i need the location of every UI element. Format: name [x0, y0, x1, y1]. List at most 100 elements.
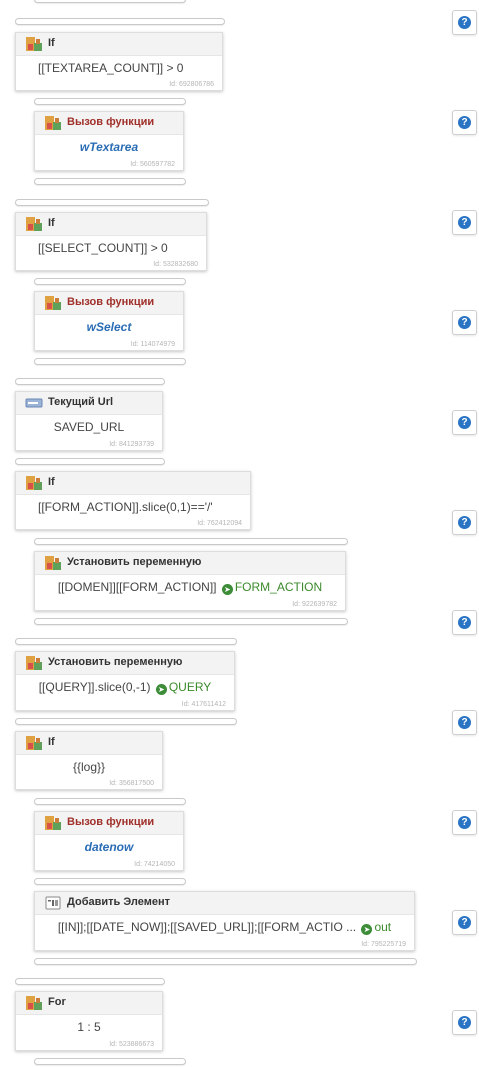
set-variable-block[interactable]: Установить переменную [[QUERY]].slice(0,… [15, 651, 235, 711]
block-connector [34, 798, 186, 805]
help-button[interactable]: ? [452, 910, 477, 935]
module-icon [26, 476, 42, 490]
output-variable: FORM_ACTION [234, 580, 323, 594]
block-connector [15, 18, 225, 25]
question-icon: ? [458, 16, 471, 29]
module-icon [26, 996, 42, 1010]
block-connector [34, 358, 186, 365]
set-variable-block[interactable]: Установить переменную [[DOMEN]][[FORM_AC… [34, 551, 346, 611]
module-icon [26, 656, 42, 670]
block-id: Id: 762412094 [197, 520, 242, 527]
block-title: If [48, 736, 55, 748]
help-button[interactable]: ? [452, 810, 477, 835]
if-block[interactable]: If {{log}} Id: 356817500 [15, 731, 163, 790]
block-title: Вызов функции [67, 116, 155, 128]
output-variable: out [374, 920, 392, 934]
block-condition: [[SELECT_COUNT]] > 0 [38, 241, 168, 255]
module-icon [45, 556, 61, 570]
block-id: Id: 841293739 [109, 441, 154, 448]
block-connector [34, 878, 186, 885]
block-header [16, 213, 206, 236]
block-title: For [48, 996, 66, 1008]
block-id: Id: 523886673 [109, 1041, 154, 1048]
help-button[interactable]: ? [452, 610, 477, 635]
block-connector [15, 638, 237, 645]
expression-text: [[DOMEN]][[FORM_ACTION]] [57, 580, 217, 594]
block-connector [15, 378, 165, 385]
block-id: Id: 532832680 [153, 261, 198, 268]
help-button[interactable]: ? [452, 710, 477, 735]
module-icon [26, 736, 42, 750]
output-variable: QUERY [168, 680, 212, 694]
question-icon: ? [458, 1016, 471, 1029]
module-icon [45, 816, 61, 830]
list-add-icon [45, 896, 61, 910]
question-icon: ? [458, 216, 471, 229]
add-item-block[interactable]: Добавить Элемент [[IN]];[[DATE_NOW]];[[S… [34, 891, 415, 951]
block-id: Id: 795225719 [361, 941, 406, 948]
block-connector [15, 978, 165, 985]
for-block[interactable]: For 1 : 5 Id: 523886673 [15, 991, 163, 1051]
block-header [16, 33, 222, 56]
arrow-right-icon: ➤ [221, 584, 233, 595]
function-call-block[interactable]: Вызов функции wTextarea Id: 560597782 [34, 111, 184, 171]
question-icon: ? [458, 516, 471, 529]
block-id: Id: 560597782 [130, 161, 175, 168]
block-connector [34, 178, 186, 185]
help-button[interactable]: ? [452, 10, 477, 35]
expression-text: [[QUERY]].slice(0,-1) [38, 680, 151, 694]
loop-range: 1 : 5 [77, 1020, 101, 1034]
function-call-block[interactable]: Вызов функции datenow Id: 74214050 [34, 811, 184, 871]
block-connector [15, 199, 209, 206]
block-title: If [48, 476, 55, 488]
block-connector [34, 958, 417, 965]
block-connector [34, 278, 186, 285]
if-block[interactable]: If [[TEXTAREA_COUNT]] > 0 Id: 692806786 [15, 32, 223, 91]
module-icon [45, 116, 61, 130]
block-title: Текущий Url [48, 396, 114, 408]
expression-text: [[IN]];[[DATE_NOW]];[[SAVED_URL]];[[FORM… [57, 920, 357, 934]
block-expression: [[IN]];[[DATE_NOW]];[[SAVED_URL]];[[FORM… [35, 920, 414, 935]
block-expression: [[DOMEN]][[FORM_ACTION]] ➤ FORM_ACTION [35, 580, 345, 595]
block-condition: [[FORM_ACTION]].slice(0,1)=='/' [38, 500, 213, 514]
block-id: Id: 417611412 [181, 701, 226, 708]
block-condition: {{log}} [72, 760, 106, 774]
block-connector [34, 1058, 186, 1065]
function-call-block[interactable]: Вызов функции wSelect Id: 114074979 [34, 291, 184, 351]
help-button[interactable]: ? [452, 110, 477, 135]
help-button[interactable]: ? [452, 510, 477, 535]
block-value: SAVED_URL [53, 420, 125, 434]
help-button[interactable]: ? [452, 210, 477, 235]
question-icon: ? [458, 116, 471, 129]
block-title: Установить переменную [67, 556, 202, 568]
question-icon: ? [458, 916, 471, 929]
function-name: wTextarea [79, 140, 139, 154]
block-connector [34, 98, 186, 105]
question-icon: ? [458, 616, 471, 629]
block-id: Id: 922639782 [292, 601, 337, 608]
current-url-block[interactable]: Текущий Url SAVED_URL Id: 841293739 [15, 391, 163, 451]
block-title: Вызов функции [67, 296, 155, 308]
url-icon [25, 398, 43, 408]
arrow-right-icon: ➤ [361, 924, 373, 935]
block-title: If [48, 37, 55, 49]
question-icon: ? [458, 816, 471, 829]
help-button[interactable]: ? [452, 1010, 477, 1035]
function-name: datenow [84, 840, 134, 854]
module-icon [26, 217, 42, 231]
block-title: Установить переменную [48, 656, 183, 668]
if-block[interactable]: If [[FORM_ACTION]].slice(0,1)=='/' Id: 7… [15, 471, 251, 530]
help-button[interactable]: ? [452, 410, 477, 435]
block-title: Вызов функции [67, 816, 155, 828]
block-id: Id: 692806786 [169, 81, 214, 88]
block-connector [34, 618, 348, 625]
block-id: Id: 114074979 [130, 341, 175, 348]
help-button[interactable]: ? [452, 310, 477, 335]
module-icon [26, 37, 42, 51]
block-connector [34, 0, 186, 3]
block-id: Id: 356817500 [109, 780, 154, 787]
if-block[interactable]: If [[SELECT_COUNT]] > 0 Id: 532832680 [15, 212, 207, 271]
script-flow-canvas: If [[TEXTAREA_COUNT]] > 0 Id: 692806786 … [0, 0, 479, 1067]
block-title: Добавить Элемент [67, 896, 170, 908]
question-icon: ? [458, 416, 471, 429]
